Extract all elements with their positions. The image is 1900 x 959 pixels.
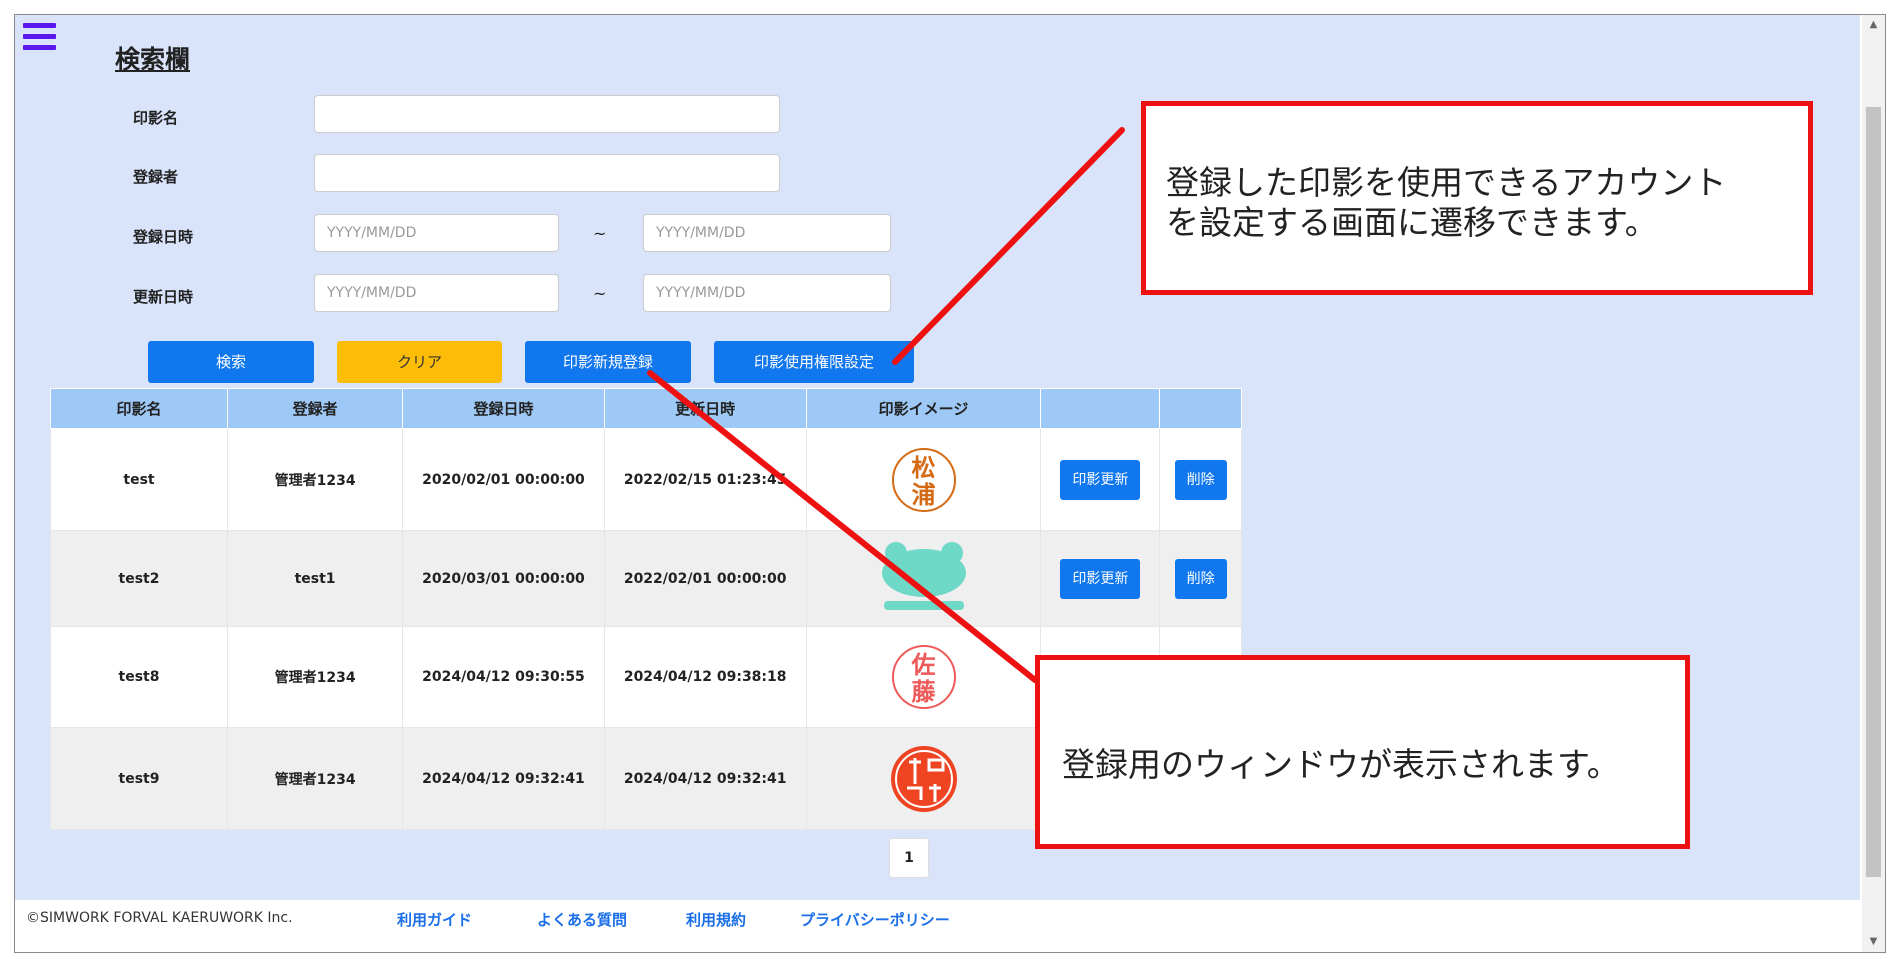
column-header: 更新日時: [603, 388, 807, 429]
cell-seal-image: [805, 530, 1042, 627]
menu-icon[interactable]: [23, 23, 56, 51]
cell-updated: 2022/02/15 01:23:45: [603, 428, 807, 531]
range-separator: ~: [593, 224, 607, 243]
registrant-label: 登録者: [133, 168, 179, 186]
cell-updated: 2024/04/12 09:32:41: [603, 727, 807, 830]
bear-icon: [881, 541, 966, 610]
table-header-row: 印影名 登録者 登録日時 更新日時 印影イメージ: [49, 388, 1242, 429]
column-header: 登録者: [227, 388, 404, 429]
column-header: 登録日時: [402, 388, 605, 429]
cell-update-action: 印影更新: [1040, 530, 1161, 627]
cell-seal-name: test2: [49, 530, 229, 627]
registered-from-input[interactable]: YYYY/MM/DD: [314, 214, 559, 252]
copyright-text: ©SIMWORK FORVAL KAERUWORK Inc.: [26, 910, 293, 926]
cell-registered: 2020/03/01 00:00:00: [402, 530, 605, 627]
footer-link-faq[interactable]: よくある質問: [537, 909, 627, 930]
cell-seal-name: test: [49, 428, 229, 531]
column-header: 印影イメージ: [805, 388, 1042, 429]
scroll-down-icon[interactable]: ▼: [1862, 932, 1885, 952]
registrant-input[interactable]: [314, 154, 780, 192]
cell-seal-image: [805, 727, 1042, 830]
table-row: test2 test1 2020/03/01 00:00:00 2022/02/…: [49, 530, 1242, 627]
seal-name-input[interactable]: [314, 95, 780, 133]
column-header: 印影名: [49, 388, 229, 429]
column-header: [1040, 388, 1161, 429]
stamp-char: 松: [911, 452, 936, 482]
updated-date-label: 更新日時: [133, 288, 194, 306]
seal-image-red: [890, 745, 957, 812]
page-1-button[interactable]: 1: [889, 838, 929, 878]
permission-callout: 登録した印影を使用できるアカウント を設定する画面に遷移できます。: [1141, 101, 1813, 295]
clear-button[interactable]: クリア: [337, 341, 502, 383]
update-seal-button[interactable]: 印影更新: [1060, 459, 1141, 500]
footer-link-guide[interactable]: 利用ガイド: [397, 909, 472, 930]
cell-registered: 2024/04/12 09:32:41: [402, 727, 605, 830]
table-row: test 管理者1234 2020/02/01 00:00:00 2022/02…: [49, 428, 1242, 531]
delete-button[interactable]: 削除: [1174, 558, 1227, 599]
search-section-title: 検索欄: [115, 45, 191, 74]
vertical-scrollbar[interactable]: ▲ ▼: [1862, 15, 1885, 952]
permission-settings-button[interactable]: 印影使用権限設定: [714, 341, 914, 383]
update-seal-button[interactable]: 印影更新: [1060, 558, 1141, 599]
scroll-up-icon[interactable]: ▲: [1862, 15, 1885, 35]
seal-name-label: 印影名: [133, 109, 179, 127]
cell-seal-image: 佐 藤: [805, 626, 1042, 728]
cell-registered: 2024/04/12 09:30:55: [402, 626, 605, 728]
callout-line: を設定する画面に遷移できます。: [1166, 203, 1658, 242]
cell-registrant: 管理者1234: [227, 428, 404, 531]
new-seal-button[interactable]: 印影新規登録: [525, 341, 691, 383]
seal-image-sato: 佐 藤: [891, 645, 956, 709]
cell-registrant: 管理者1234: [227, 727, 404, 830]
cell-updated: 2022/02/01 00:00:00: [603, 530, 807, 627]
registered-to-input[interactable]: YYYY/MM/DD: [643, 214, 891, 252]
seal-image-matsuura: 松 浦: [891, 447, 956, 512]
cell-registrant: test1: [227, 530, 404, 627]
footer-link-terms[interactable]: 利用規約: [686, 909, 746, 930]
cell-update-action: 印影更新: [1040, 428, 1161, 531]
updated-from-input[interactable]: YYYY/MM/DD: [314, 274, 559, 312]
cell-seal-image: 松 浦: [805, 428, 1042, 531]
stamp-char: 藤: [911, 677, 936, 706]
cell-delete-action: 削除: [1159, 428, 1242, 531]
cell-seal-name: test9: [49, 727, 229, 830]
cell-seal-name: test8: [49, 626, 229, 728]
callout-line: 登録用のウィンドウが表示されます。: [1062, 745, 1620, 784]
stamp-char: 浦: [911, 479, 936, 509]
search-button[interactable]: 検索: [148, 341, 314, 383]
updated-to-input[interactable]: YYYY/MM/DD: [643, 274, 891, 312]
cell-registered: 2020/02/01 00:00:00: [402, 428, 605, 531]
column-header: [1159, 388, 1242, 429]
registered-date-label: 登録日時: [133, 228, 194, 246]
register-callout: 登録用のウィンドウが表示されます。: [1035, 655, 1690, 849]
range-separator: ~: [593, 284, 607, 303]
stamp-char: 佐: [911, 650, 936, 679]
delete-button[interactable]: 削除: [1174, 459, 1227, 500]
scroll-thumb[interactable]: [1866, 107, 1881, 877]
footer-link-privacy[interactable]: プライバシーポリシー: [800, 909, 950, 930]
cell-registrant: 管理者1234: [227, 626, 404, 728]
cell-updated: 2024/04/12 09:38:18: [603, 626, 807, 728]
callout-line: 登録した印影を使用できるアカウント: [1166, 163, 1727, 202]
cell-delete-action: 削除: [1159, 530, 1242, 627]
